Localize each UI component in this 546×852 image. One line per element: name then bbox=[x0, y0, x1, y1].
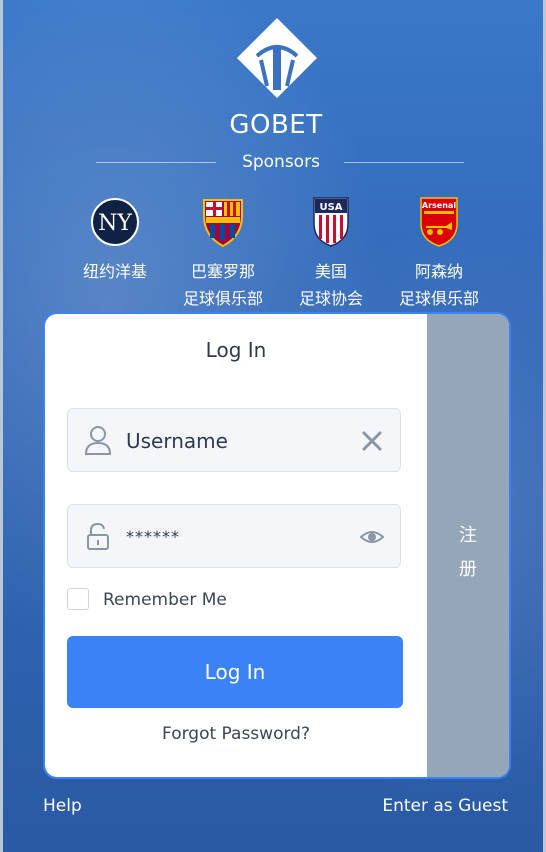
sponsor-name-line: 足球协会 bbox=[298, 289, 363, 308]
username-value: Username bbox=[126, 429, 228, 453]
sponsor-name-line: 纽约洋基 bbox=[82, 262, 147, 281]
brand-name: GOBET bbox=[229, 110, 323, 140]
sponsor-yankees: NY 纽约洋基 bbox=[60, 196, 170, 285]
unlock-icon bbox=[87, 522, 109, 550]
user-icon bbox=[84, 426, 112, 455]
sponsor-usa-soccer: USA 美国 足球协会 bbox=[276, 196, 386, 312]
login-button[interactable]: Log In bbox=[67, 636, 403, 708]
sponsor-name-line: 足球俱乐部 bbox=[398, 289, 479, 308]
password-field[interactable]: ****** bbox=[67, 504, 401, 568]
yankees-logo-icon: NY bbox=[91, 198, 139, 246]
divider-line-right bbox=[344, 162, 464, 163]
crest-text: Arsenal bbox=[422, 201, 456, 210]
register-tab-label-line1: 注 bbox=[459, 525, 477, 546]
remember-me-checkbox[interactable] bbox=[67, 588, 89, 610]
password-value: ****** bbox=[126, 527, 180, 546]
guest-link[interactable]: Enter as Guest bbox=[382, 796, 508, 816]
sponsor-name-line: 阿森纳 bbox=[414, 262, 463, 281]
usa-soccer-crest-icon: USA bbox=[313, 197, 349, 247]
svg-text:USA: USA bbox=[319, 202, 342, 213]
register-tab[interactable]: 注 册 bbox=[427, 314, 509, 777]
sponsor-name-line: 美国 bbox=[314, 262, 347, 281]
sponsor-name-line: 巴塞罗那 bbox=[190, 262, 255, 281]
gobet-diamond-logo-icon bbox=[237, 18, 317, 98]
eye-icon[interactable] bbox=[360, 525, 384, 549]
clear-icon[interactable] bbox=[360, 429, 384, 453]
help-link[interactable]: Help bbox=[43, 796, 82, 816]
arsenal-crest-icon: Arsenal bbox=[420, 197, 458, 247]
login-title: Log In bbox=[205, 338, 267, 362]
login-screen: GOBET Sponsors NY 纽约洋基 巴塞罗那 足球俱乐部 USA 美国… bbox=[0, 0, 546, 852]
sponsor-name-line: 足球俱乐部 bbox=[182, 289, 263, 308]
sponsor-arsenal: Arsenal 阿森纳 足球俱乐部 bbox=[384, 196, 494, 312]
register-tab-label: 注 册 bbox=[427, 519, 509, 587]
fc-barcelona-crest-icon bbox=[203, 199, 243, 248]
remember-me-label: Remember Me bbox=[103, 590, 227, 610]
register-tab-label-line2: 册 bbox=[459, 559, 477, 580]
username-field[interactable]: Username bbox=[67, 408, 401, 472]
sponsors-divider: Sponsors bbox=[96, 150, 466, 174]
forgot-password-link[interactable]: Forgot Password? bbox=[45, 724, 427, 744]
svg-text:NY: NY bbox=[98, 211, 132, 236]
sponsor-barcelona: 巴塞罗那 足球俱乐部 bbox=[168, 196, 278, 312]
login-card: Log In Username ****** Remember Me Log I… bbox=[45, 314, 509, 777]
